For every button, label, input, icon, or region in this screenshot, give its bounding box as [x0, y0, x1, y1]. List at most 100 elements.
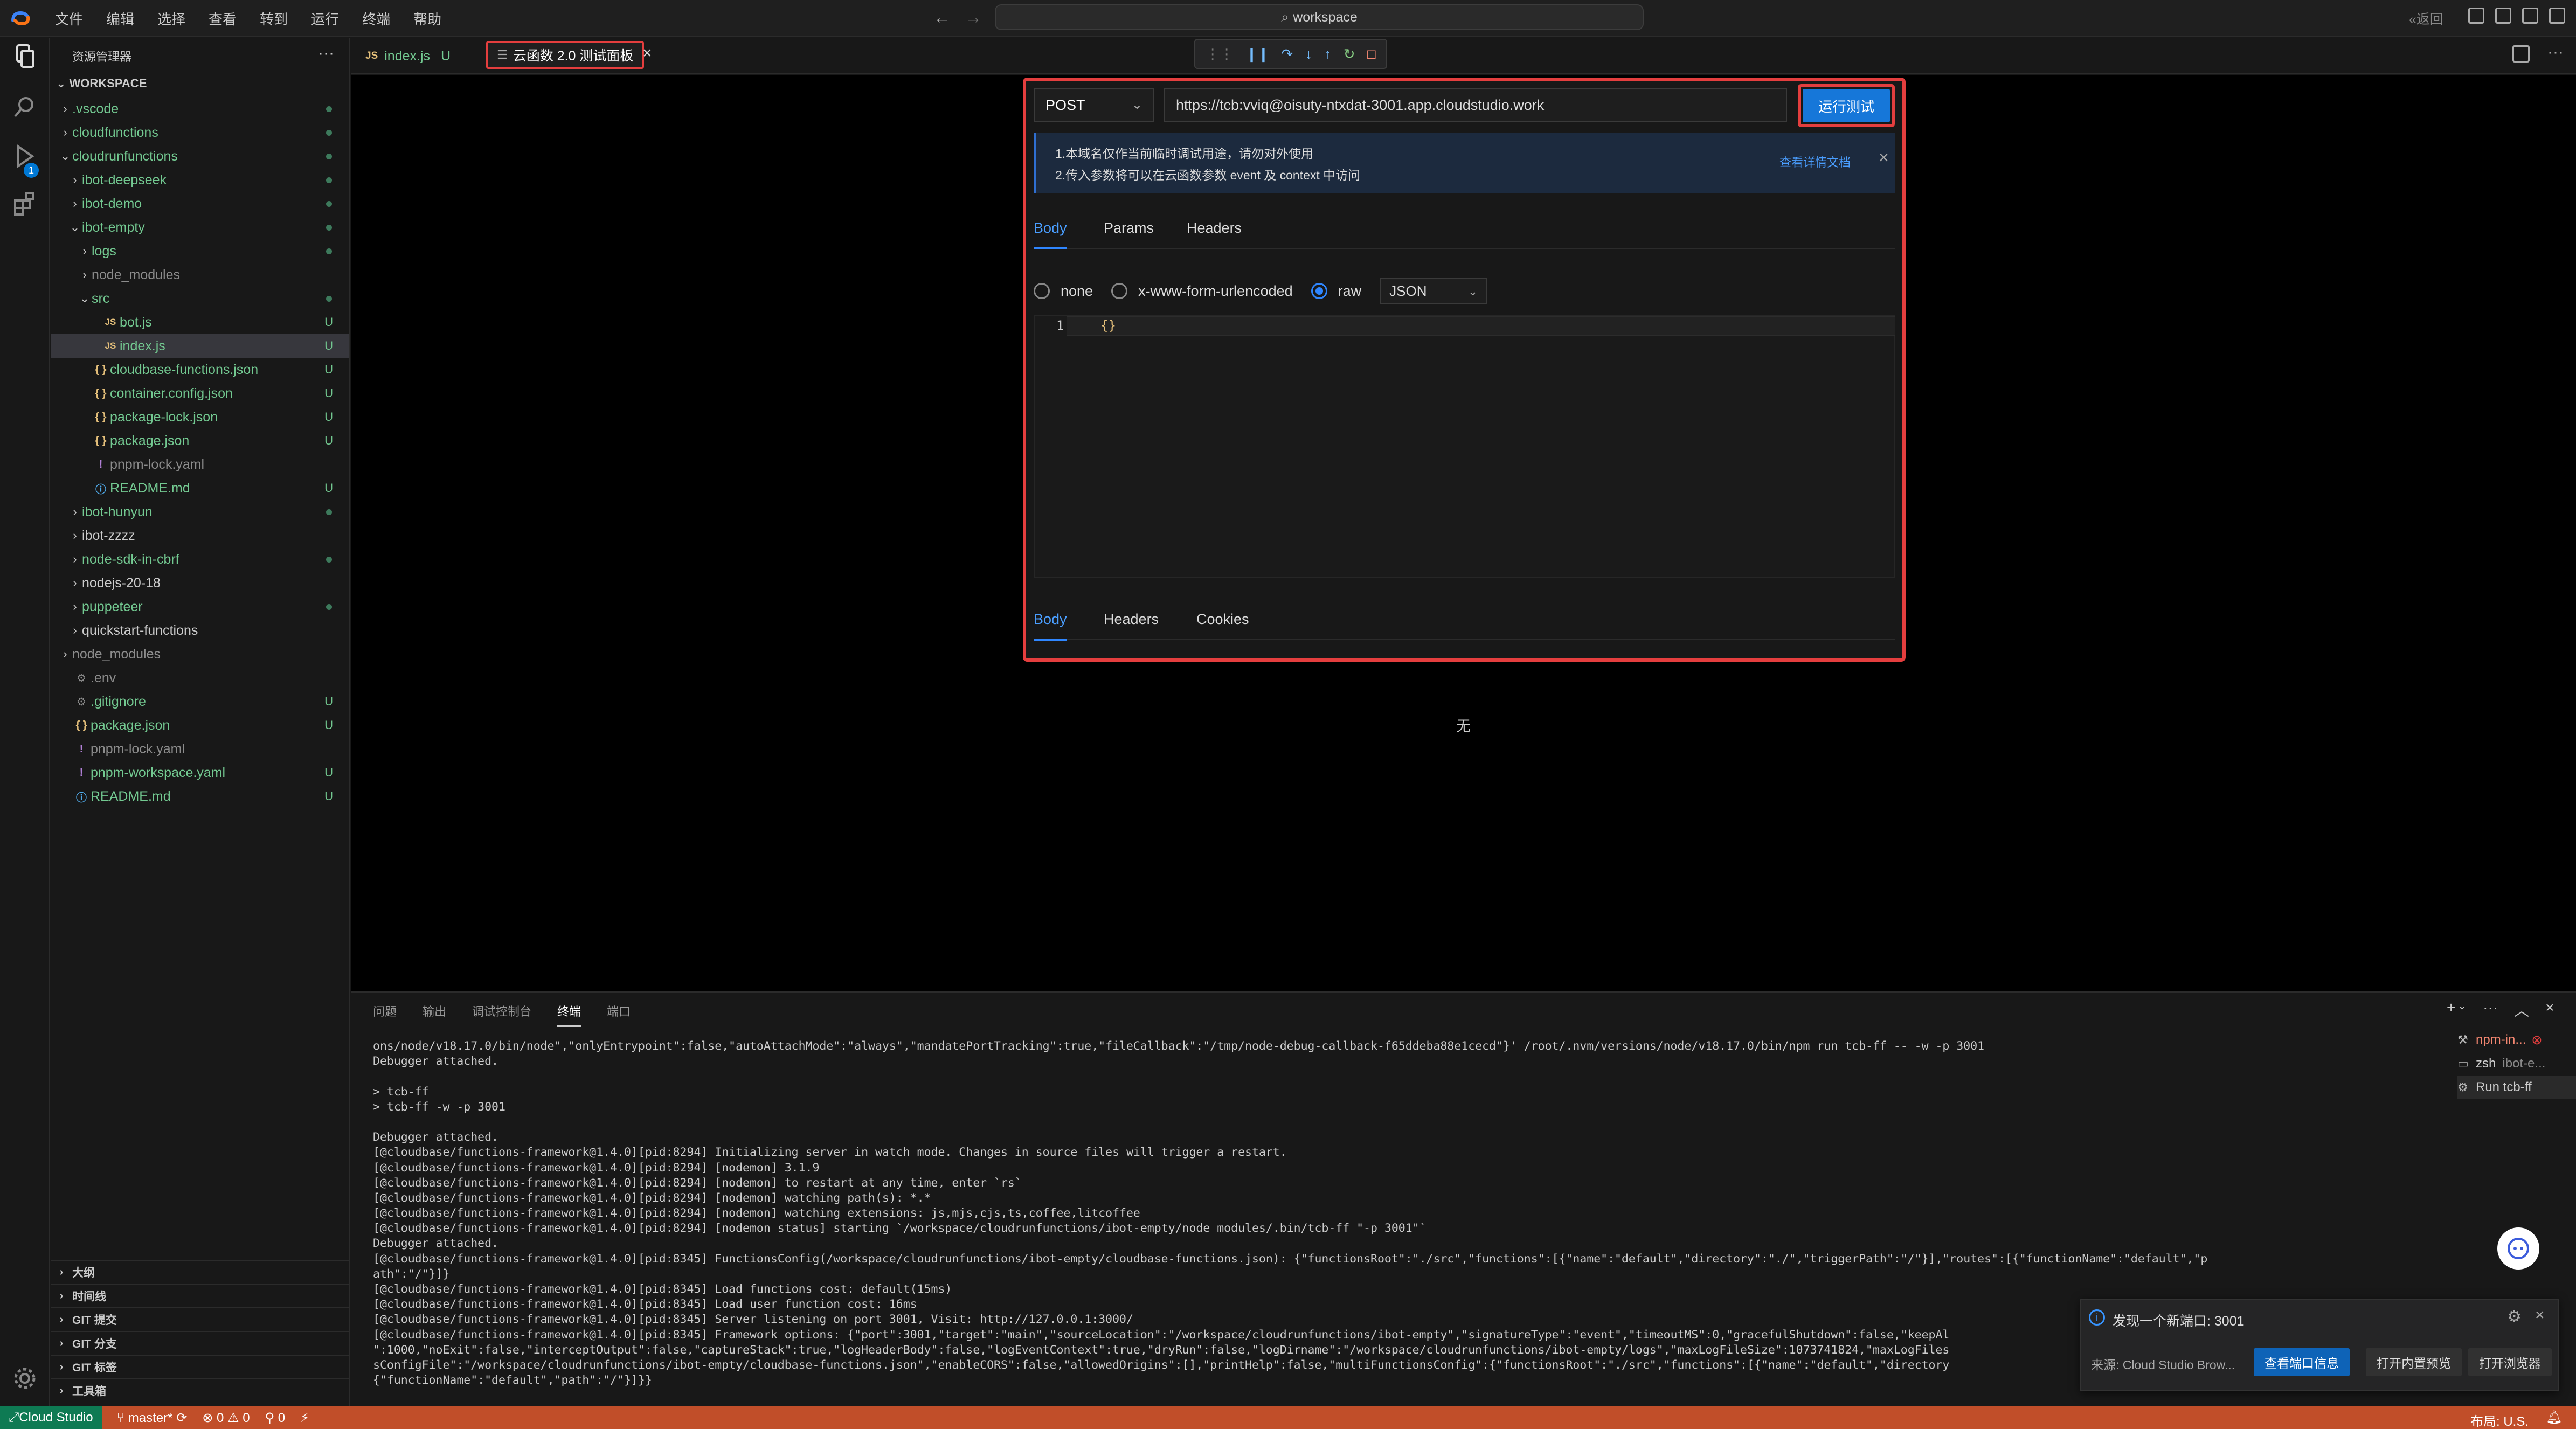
menu-edit[interactable]: 编辑 [106, 9, 134, 29]
format-select[interactable]: JSON ⌄ [1380, 278, 1488, 304]
customize-layout-icon[interactable] [2549, 8, 2565, 24]
forward-arrow-icon[interactable]: → [965, 8, 982, 27]
debug-launch-icon[interactable]: ⚡ [300, 1410, 309, 1426]
chevron-down-icon[interactable]: ⌄ [2457, 999, 2467, 1021]
folder-item[interactable]: › node_modules [51, 263, 349, 287]
gear-icon[interactable]: ⚙ [2507, 1307, 2522, 1326]
tab-ports[interactable]: 端口 [607, 1002, 631, 1019]
sidebar-section[interactable]: › GIT 提交 [51, 1307, 349, 1331]
terminal-item-run[interactable]: ⚙ Run tcb-ff [2457, 1076, 2576, 1099]
folder-item[interactable]: ⌄ src [51, 287, 349, 310]
step-out-icon[interactable]: ↑ [1324, 46, 1331, 63]
step-into-icon[interactable]: ↓ [1305, 46, 1312, 63]
file-item[interactable]: ⓘ README.md U [51, 785, 349, 808]
file-item[interactable]: { } cloudbase-functions.json U [51, 358, 349, 381]
toggle-secondary-sidebar-icon[interactable] [2522, 8, 2538, 24]
sidebar-section[interactable]: › 大纲 [51, 1260, 349, 1284]
radio-raw[interactable] [1311, 283, 1327, 299]
folder-item[interactable]: › quickstart-functions [51, 619, 349, 642]
close-icon[interactable]: × [2545, 999, 2554, 1021]
folder-item[interactable]: › ibot-zzzz [51, 524, 349, 547]
docs-link[interactable]: 查看详情文档 [1779, 153, 1851, 170]
tab-request-params[interactable]: Params [1104, 220, 1154, 237]
menu-go[interactable]: 转到 [260, 9, 288, 29]
http-method-select[interactable]: POST ⌄ [1034, 88, 1154, 122]
split-editor-icon[interactable] [2512, 45, 2530, 63]
restart-icon[interactable]: ↻ [1344, 46, 1355, 63]
tab-request-headers[interactable]: Headers [1187, 220, 1242, 237]
new-terminal-icon[interactable]: + [2447, 999, 2455, 1021]
tab-output[interactable]: 输出 [423, 1002, 446, 1019]
maximize-panel-icon[interactable]: ︿ [2514, 999, 2529, 1021]
toggle-panel-icon[interactable] [2495, 8, 2511, 24]
run-test-button[interactable]: 运行测试 [1803, 89, 1890, 122]
open-builtin-preview-button[interactable]: 打开内置预览 [2366, 1348, 2462, 1376]
folder-item[interactable]: › ibot-deepseek [51, 168, 349, 192]
url-input[interactable]: https://tcb:vviq@oisuty-ntxdat-3001.app.… [1164, 88, 1787, 122]
command-center-search[interactable]: ⌕ workspace [995, 4, 1644, 30]
more-actions-icon[interactable]: ··· [2547, 43, 2564, 61]
file-item[interactable]: { } package.json U [51, 713, 349, 737]
folder-item[interactable]: › node-sdk-in-cbrf [51, 547, 349, 571]
menu-terminal[interactable]: 终端 [362, 9, 390, 29]
git-branch[interactable]: ⑂ master* ⟳ [117, 1410, 188, 1426]
keyboard-layout[interactable]: 布局: U.S. [2470, 1411, 2529, 1429]
tab-debug-console[interactable]: 调试控制台 [472, 1002, 531, 1019]
sidebar-section[interactable]: › 时间线 [51, 1284, 349, 1307]
file-item[interactable]: ! pnpm-workspace.yaml U [51, 761, 349, 785]
tab-response-headers[interactable]: Headers [1104, 611, 1159, 628]
folder-item[interactable]: › logs [51, 239, 349, 263]
folder-item[interactable]: ⌄ cloudrunfunctions [51, 144, 349, 168]
workspace-header[interactable]: ⌄ WORKSPACE [56, 77, 147, 91]
file-item[interactable]: ⚙ .gitignore U [51, 690, 349, 713]
file-item[interactable]: ! pnpm-lock.yaml [51, 737, 349, 761]
close-icon[interactable]: × [642, 44, 652, 63]
close-icon[interactable]: × [1879, 148, 1889, 168]
folder-item[interactable]: › node_modules [51, 642, 349, 666]
more-actions-icon[interactable]: ··· [318, 44, 334, 63]
radio-none[interactable] [1034, 283, 1050, 299]
file-item[interactable]: ⓘ README.md U [51, 476, 349, 500]
menu-file[interactable]: 文件 [55, 9, 83, 29]
folder-item[interactable]: › puppeteer [51, 595, 349, 619]
back-arrow-icon[interactable]: ← [933, 8, 951, 27]
more-actions-icon[interactable]: ··· [2483, 999, 2498, 1021]
step-over-icon[interactable]: ↷ [1282, 46, 1293, 63]
view-port-info-button[interactable]: 查看端口信息 [2254, 1348, 2350, 1376]
sidebar-section[interactable]: › 工具箱 [51, 1378, 349, 1402]
folder-item[interactable]: ⌄ ibot-empty [51, 216, 349, 239]
return-button[interactable]: «返回 [2409, 9, 2443, 28]
stop-icon[interactable]: □ [1367, 46, 1376, 63]
drag-handle-icon[interactable]: ⋮⋮ [1206, 46, 1234, 63]
menu-help[interactable]: 帮助 [413, 9, 441, 29]
toggle-primary-sidebar-icon[interactable] [2468, 8, 2484, 24]
tab-response-body[interactable]: Body [1034, 611, 1067, 641]
folder-item[interactable]: › nodejs-20-18 [51, 571, 349, 595]
code-content[interactable]: {} [1100, 318, 1116, 333]
menu-view[interactable]: 查看 [209, 9, 237, 29]
settings-gear-icon[interactable] [10, 1363, 40, 1393]
folder-item[interactable]: › ibot-hunyun [51, 500, 349, 524]
search-icon[interactable] [10, 92, 40, 122]
extensions-icon[interactable] [10, 189, 40, 219]
ports-indicator[interactable]: ⚲ 0 [265, 1410, 286, 1426]
terminal-item-npm[interactable]: ⚒ npm-in... ⊗ [2457, 1028, 2576, 1052]
terminal-output[interactable]: ons/node/v18.17.0/bin/node","onlyEntrypo… [373, 1039, 2356, 1388]
file-item[interactable]: { } package-lock.json U [51, 405, 349, 429]
remote-indicator[interactable]: ⤢ Cloud Studio [0, 1406, 102, 1429]
tab-request-body[interactable]: Body [1034, 220, 1067, 249]
open-browser-button[interactable]: 打开浏览器 [2468, 1348, 2552, 1376]
terminal-item-zsh[interactable]: ▭ zsh ibot-e... [2457, 1052, 2576, 1076]
request-body-editor[interactable]: 1 {} [1034, 315, 1895, 578]
file-item[interactable]: { } package.json U [51, 429, 349, 453]
file-item[interactable]: ⚙ .env [51, 666, 349, 690]
folder-item[interactable]: › cloudfunctions [51, 121, 349, 144]
tab-index-js[interactable]: JS index.js U [365, 38, 451, 74]
folder-item[interactable]: › ibot-demo [51, 192, 349, 216]
sidebar-section[interactable]: › GIT 标签 [51, 1355, 349, 1378]
tab-response-cookies[interactable]: Cookies [1196, 611, 1249, 628]
radio-form-urlencoded[interactable] [1111, 283, 1128, 299]
menu-selection[interactable]: 选择 [157, 9, 185, 29]
close-icon[interactable]: × [2535, 1306, 2545, 1324]
file-item[interactable]: JS bot.js U [51, 310, 349, 334]
